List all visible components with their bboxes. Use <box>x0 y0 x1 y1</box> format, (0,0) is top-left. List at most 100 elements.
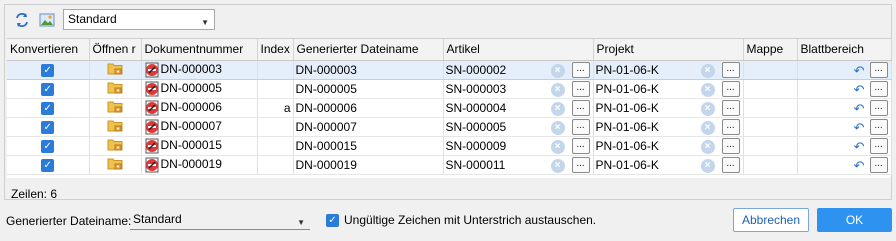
clear-icon[interactable]: × <box>700 82 715 97</box>
blattbereich-cell[interactable]: ↶... <box>797 117 892 137</box>
filename-cell[interactable]: DN-000007 <box>293 117 444 137</box>
mappe-cell[interactable] <box>743 117 798 137</box>
table-row[interactable]: ✓ DN-000015 DN-000015 SN-000009 ×... PN-01-06… <box>7 136 892 156</box>
column-header-blattbereich[interactable]: Blattbereich <box>797 39 892 61</box>
ok-button[interactable]: OK <box>817 208 892 232</box>
browse-button[interactable]: ... <box>571 156 590 173</box>
index-cell[interactable] <box>257 79 294 99</box>
clear-icon[interactable]: × <box>700 120 715 135</box>
view-select[interactable]: Standard ▼ <box>63 9 215 30</box>
mappe-cell[interactable] <box>743 155 798 175</box>
folder-lock-icon[interactable] <box>107 80 123 97</box>
blattbereich-cell[interactable]: ↶... <box>797 136 892 156</box>
column-header-dateiname[interactable]: Generierter Dateiname <box>293 39 444 61</box>
browse-button[interactable]: ... <box>721 99 740 116</box>
table-row[interactable]: ✓ DN-000006 a DN-000006 SN-000004 ×... PN-01-0… <box>7 98 892 118</box>
cancel-button[interactable]: Abbrechen <box>733 208 809 232</box>
replace-invalid-chars-option[interactable]: ✓ Ungültige Zeichen mit Unterstrich aust… <box>326 213 596 227</box>
projekt-cell[interactable]: PN-01-06-K ×... <box>593 79 744 99</box>
browse-button[interactable]: ... <box>869 80 888 97</box>
browse-button[interactable]: ... <box>571 61 590 78</box>
open-cell[interactable] <box>89 136 142 156</box>
mappe-cell[interactable] <box>743 98 798 118</box>
column-header-dokumentnummer[interactable]: Dokumentnummer <box>141 39 258 61</box>
convert-cell[interactable]: ✓ <box>7 79 90 99</box>
projekt-cell[interactable]: PN-01-06-K ×... <box>593 60 744 80</box>
convert-cell[interactable]: ✓ <box>7 136 90 156</box>
clear-icon[interactable]: × <box>700 139 715 154</box>
folder-lock-icon[interactable] <box>107 61 123 78</box>
blattbereich-cell[interactable]: ↶... <box>797 79 892 99</box>
mappe-cell[interactable] <box>743 79 798 99</box>
undo-icon[interactable]: ↶ <box>854 63 865 78</box>
index-cell[interactable] <box>257 136 294 156</box>
document-number-cell[interactable]: DN-000007 <box>141 117 258 137</box>
undo-icon[interactable]: ↶ <box>854 82 865 97</box>
document-number-cell[interactable]: DN-000003 <box>141 60 258 80</box>
document-number-cell[interactable]: DN-000006 <box>141 98 258 118</box>
browse-button[interactable]: ... <box>721 80 740 97</box>
browse-button[interactable]: ... <box>571 99 590 116</box>
browse-button[interactable]: ... <box>721 156 740 173</box>
document-number-cell[interactable]: DN-000019 <box>141 155 258 175</box>
convert-checkbox[interactable]: ✓ <box>41 139 55 153</box>
browse-button[interactable]: ... <box>869 137 888 154</box>
open-cell[interactable] <box>89 60 142 80</box>
projekt-cell[interactable]: PN-01-06-K ×... <box>593 98 744 118</box>
browse-button[interactable]: ... <box>869 156 888 173</box>
artikel-cell[interactable]: SN-000002 ×... <box>443 60 594 80</box>
convert-checkbox[interactable]: ✓ <box>41 101 55 115</box>
image-preview-icon[interactable] <box>38 11 56 29</box>
document-number-cell[interactable]: DN-000005 <box>141 79 258 99</box>
convert-checkbox[interactable]: ✓ <box>41 158 55 172</box>
browse-button[interactable]: ... <box>869 118 888 135</box>
index-cell[interactable] <box>257 155 294 175</box>
browse-button[interactable]: ... <box>721 137 740 154</box>
browse-button[interactable]: ... <box>571 80 590 97</box>
document-number-cell[interactable]: DN-000015 <box>141 136 258 156</box>
filename-cell[interactable]: DN-000019 <box>293 155 444 175</box>
artikel-cell[interactable]: SN-000003 ×... <box>443 79 594 99</box>
replace-invalid-chars-checkbox[interactable]: ✓ <box>326 213 339 227</box>
projekt-cell[interactable]: PN-01-06-K ×... <box>593 117 744 137</box>
column-header-artikel[interactable]: Artikel <box>443 39 594 61</box>
column-header-index[interactable]: Index <box>257 39 294 61</box>
undo-icon[interactable]: ↶ <box>854 101 865 116</box>
filename-cell[interactable]: DN-000003 <box>293 60 444 80</box>
table-row[interactable]: ✓ DN-000007 DN-000007 SN-000005 ×... PN-01-06… <box>7 117 892 137</box>
convert-cell[interactable]: ✓ <box>7 155 90 175</box>
clear-icon[interactable]: × <box>550 82 565 97</box>
blattbereich-cell[interactable]: ↶... <box>797 155 892 175</box>
projekt-cell[interactable]: PN-01-06-K ×... <box>593 155 744 175</box>
convert-cell[interactable]: ✓ <box>7 117 90 137</box>
clear-icon[interactable]: × <box>550 139 565 154</box>
refresh-arrows-icon[interactable] <box>13 11 31 29</box>
clear-icon[interactable]: × <box>700 101 715 116</box>
filename-select[interactable]: Standard ▼ <box>130 210 310 230</box>
index-cell[interactable]: a <box>257 98 294 118</box>
column-header-oeffnen[interactable]: Öffnen r <box>89 39 142 61</box>
convert-cell[interactable]: ✓ <box>7 98 90 118</box>
column-header-projekt[interactable]: Projekt <box>593 39 744 61</box>
undo-icon[interactable]: ↶ <box>854 139 865 154</box>
mappe-cell[interactable] <box>743 60 798 80</box>
open-cell[interactable] <box>89 98 142 118</box>
convert-checkbox[interactable]: ✓ <box>41 120 55 134</box>
artikel-cell[interactable]: SN-000011 ×... <box>443 155 594 175</box>
table-row[interactable]: ✓ DN-000003 DN-000003 SN-000002 ×... PN-01-06… <box>7 60 892 80</box>
table-row[interactable]: ✓ DN-000005 DN-000005 SN-000003 ×... PN-01-06… <box>7 79 892 99</box>
clear-icon[interactable]: × <box>550 120 565 135</box>
folder-lock-icon[interactable] <box>107 118 123 135</box>
clear-icon[interactable]: × <box>550 63 565 78</box>
browse-button[interactable]: ... <box>869 99 888 116</box>
clear-icon[interactable]: × <box>700 158 715 173</box>
clear-icon[interactable]: × <box>550 158 565 173</box>
folder-lock-icon[interactable] <box>107 137 123 154</box>
open-cell[interactable] <box>89 117 142 137</box>
table-row[interactable]: ✓ DN-000019 DN-000019 SN-000011 ×... PN-01-06… <box>7 155 892 175</box>
column-header-konvertieren[interactable]: Konvertieren <box>7 39 90 61</box>
open-cell[interactable] <box>89 155 142 175</box>
projekt-cell[interactable]: PN-01-06-K ×... <box>593 136 744 156</box>
filename-cell[interactable]: DN-000005 <box>293 79 444 99</box>
browse-button[interactable]: ... <box>571 118 590 135</box>
